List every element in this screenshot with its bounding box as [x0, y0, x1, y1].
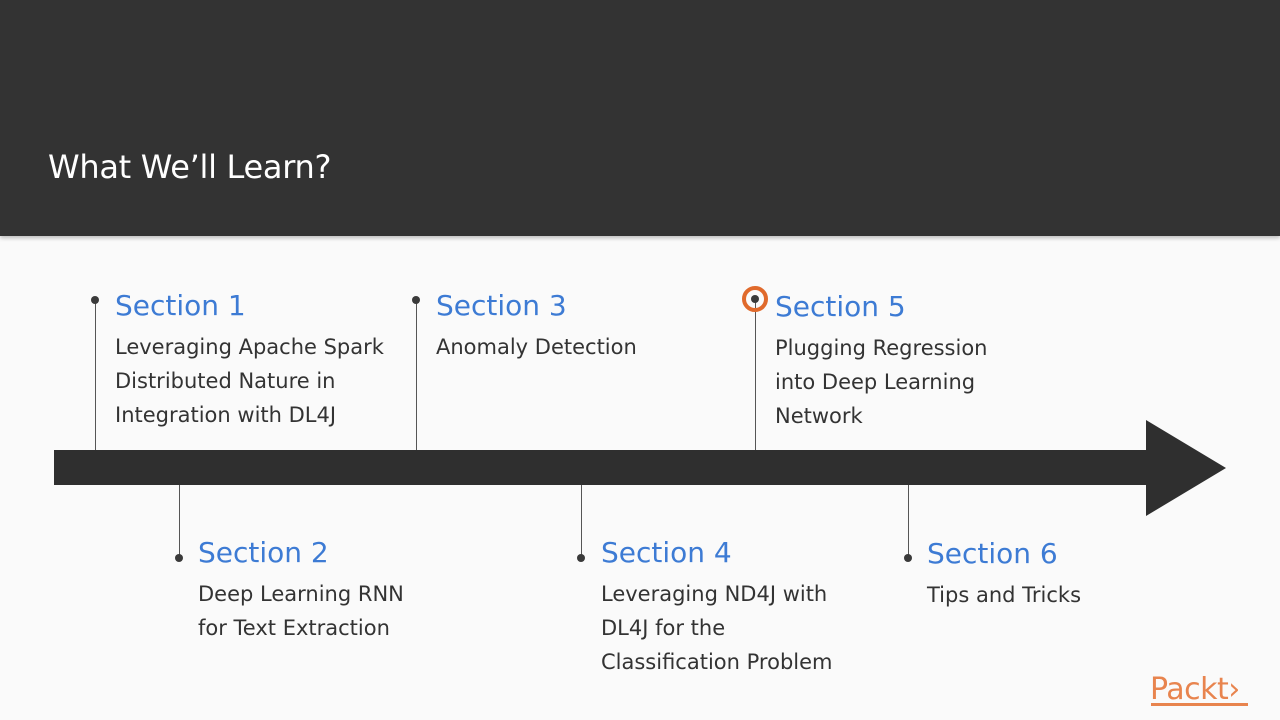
- slide-header: What We’ll Learn?: [0, 0, 1280, 236]
- connector-line-4: [581, 485, 582, 558]
- section-title: Section 4: [601, 536, 732, 569]
- section-description: Leveraging ND4J with DL4J for the Classi…: [601, 582, 833, 674]
- timeline-section-6: Section 6 Tips and Tricks: [927, 538, 1081, 612]
- marker-dot-3: [412, 296, 420, 304]
- marker-dot-1: [91, 296, 99, 304]
- section-description: Tips and Tricks: [927, 583, 1082, 607]
- timeline-arrow-shaft: [54, 450, 1148, 485]
- section-title: Section 5: [775, 290, 906, 323]
- timeline-section-2: Section 2 Deep Learning RNN for Text Ext…: [198, 537, 404, 645]
- section-description: Leveraging Apache Spark Distributed Natu…: [115, 335, 384, 427]
- timeline-arrow-head: [1146, 420, 1226, 516]
- marker-dot-6: [904, 554, 912, 562]
- marker-dot-4: [577, 554, 585, 562]
- timeline-section-4: Section 4 Leveraging ND4J with DL4J for …: [601, 537, 832, 679]
- marker-dot-5: [751, 295, 759, 303]
- section-title: Section 1: [115, 289, 246, 322]
- timeline-section-3: Section 3 Anomaly Detection: [436, 290, 637, 364]
- connector-line-1: [95, 300, 96, 450]
- connector-line-6: [908, 485, 909, 558]
- marker-dot-2: [175, 554, 183, 562]
- slide-title: What We’ll Learn?: [48, 148, 332, 186]
- packt-logo: Packt›: [1150, 672, 1240, 707]
- packt-logo-underline: [1151, 703, 1248, 706]
- connector-line-2: [179, 485, 180, 558]
- timeline-section-5: Section 5 Plugging Regression into Deep …: [775, 291, 987, 433]
- timeline-section-1: Section 1 Leveraging Apache Spark Distri…: [115, 290, 384, 432]
- section-title: Section 2: [198, 536, 329, 569]
- section-title: Section 6: [927, 537, 1058, 570]
- section-description: Deep Learning RNN for Text Extraction: [198, 582, 404, 640]
- section-description: Anomaly Detection: [436, 335, 637, 359]
- connector-line-5: [755, 300, 756, 450]
- section-description: Plugging Regression into Deep Learning N…: [775, 336, 988, 428]
- section-title: Section 3: [436, 289, 567, 322]
- connector-line-3: [416, 300, 417, 450]
